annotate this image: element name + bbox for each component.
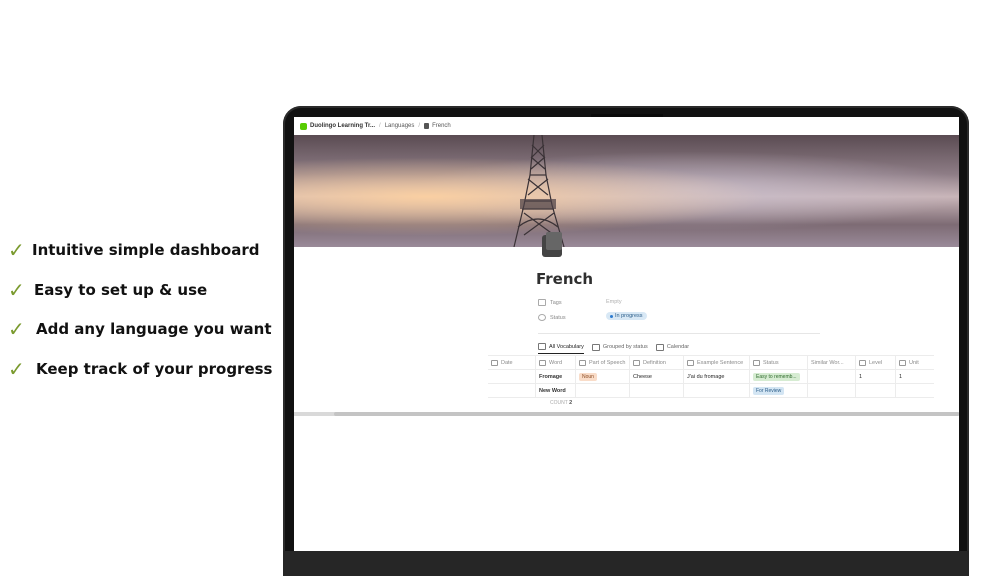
column-header-date[interactable]: Date <box>488 356 536 369</box>
cell-date[interactable] <box>488 370 536 383</box>
list-icon <box>538 299 546 306</box>
number-icon <box>899 359 906 366</box>
workspace-logo-icon <box>300 122 307 130</box>
laptop-frame: Duolingo Learning Tr... / Languages / Fr… <box>283 106 969 576</box>
column-header-part-of-speech[interactable]: Part of Speech <box>576 356 630 369</box>
page-doc-icon <box>424 123 430 129</box>
column-header-level[interactable]: Level <box>856 356 896 369</box>
laptop-screen: Duolingo Learning Tr... / Languages / Fr… <box>294 117 959 551</box>
tag-noun: Noun <box>579 372 597 381</box>
cell-part-of-speech[interactable] <box>576 384 630 397</box>
feature-label: Easy to set up & use <box>34 280 208 299</box>
feature-item: ✓ Intuitive simple dashboard <box>8 240 278 260</box>
breadcrumb-workspace[interactable]: Duolingo Learning Tr... <box>300 122 376 130</box>
text-icon <box>687 359 694 366</box>
horizontal-scrollbar-thumb[interactable] <box>334 412 959 416</box>
tab-all-vocabulary[interactable]: All Vocabulary <box>538 343 584 354</box>
page-document-icon[interactable] <box>542 232 562 257</box>
pencil-icon <box>859 359 866 366</box>
page-title[interactable]: French <box>536 270 593 288</box>
property-tags-value[interactable]: Empty <box>606 299 622 305</box>
page-cover-image <box>294 135 959 247</box>
breadcrumb-workspace-label: Duolingo Learning Tr... <box>310 123 376 129</box>
table-count: COUNT 2 <box>550 400 573 406</box>
table-header-row: Date Word Part of Speech Definition Exam… <box>488 355 934 370</box>
select-icon <box>579 359 586 366</box>
cell-example-sentence[interactable]: J'ai du fromage <box>684 370 750 383</box>
table-icon <box>538 343 546 350</box>
feature-item: ✓ Keep track of your progress <box>8 359 278 379</box>
title-icon <box>539 359 546 366</box>
breadcrumb-separator: / <box>379 123 381 129</box>
table-row[interactable]: Fromage Noun Cheese J'ai du fromage Easy… <box>488 370 934 384</box>
checkmark-icon: ✓ <box>8 356 25 381</box>
column-header-example-sentence[interactable]: Example Sentence <box>684 356 750 369</box>
tab-grouped-by-status[interactable]: Grouped by status <box>591 343 648 354</box>
tab-calendar[interactable]: Calendar <box>655 343 689 354</box>
feature-label: Intuitive simple dashboard <box>32 241 260 259</box>
column-header-status[interactable]: Status <box>750 356 808 369</box>
board-icon <box>591 343 600 351</box>
calendar-icon <box>655 343 664 351</box>
feature-item: ✓ Easy to set up & use <box>8 280 278 300</box>
cell-date[interactable] <box>488 384 536 397</box>
breadcrumb: Duolingo Learning Tr... / Languages / Fr… <box>294 117 959 135</box>
cell-unit[interactable] <box>896 384 934 397</box>
column-header-similar-words[interactable]: Similar Wor... <box>808 356 856 369</box>
text-icon <box>633 359 640 366</box>
feature-label: Add any language you want <box>36 320 272 338</box>
eiffel-tower-illustration <box>513 135 565 247</box>
cell-status[interactable]: Easy to rememb... <box>750 370 808 383</box>
vocabulary-table: Date Word Part of Speech Definition Exam… <box>488 355 934 398</box>
laptop-base <box>283 551 969 576</box>
cell-status[interactable]: For Review <box>750 384 808 397</box>
property-status-label: Status <box>538 314 566 321</box>
cell-unit[interactable]: 1 <box>896 370 934 383</box>
tag-status: For Review <box>753 386 785 395</box>
cell-word[interactable]: Fromage <box>536 370 576 383</box>
feature-list: ✓ Intuitive simple dashboard ✓ Easy to s… <box>8 240 278 398</box>
property-tags-label: Tags <box>538 299 562 306</box>
cell-level[interactable]: 1 <box>856 370 896 383</box>
status-dot-icon <box>610 314 613 318</box>
cell-definition[interactable]: Cheese <box>630 370 684 383</box>
cell-part-of-speech[interactable]: Noun <box>576 370 630 383</box>
cell-word[interactable]: New Word <box>536 384 576 397</box>
calendar-icon <box>491 359 498 366</box>
cell-similar-words[interactable] <box>808 384 856 397</box>
feature-item: ✓ Add any language you want <box>8 319 278 339</box>
column-header-word[interactable]: Word <box>536 356 576 369</box>
cell-similar-words[interactable] <box>808 370 856 383</box>
breadcrumb-page[interactable]: French <box>432 123 451 129</box>
view-tabs: All Vocabulary Grouped by status Calenda… <box>538 343 697 354</box>
divider <box>538 333 820 334</box>
feature-label: Keep track of your progress <box>36 359 273 378</box>
column-header-definition[interactable]: Definition <box>630 356 684 369</box>
table-row[interactable]: New Word For Review <box>488 384 934 398</box>
breadcrumb-separator: / <box>418 123 421 129</box>
status-badge: In progress <box>606 312 647 320</box>
status-circle-icon <box>538 314 546 321</box>
status-icon <box>753 359 760 366</box>
column-header-unit[interactable]: Unit <box>896 356 934 369</box>
cell-example-sentence[interactable] <box>684 384 750 397</box>
checkmark-icon: ✓ <box>8 317 25 341</box>
tag-status: Easy to rememb... <box>753 372 800 381</box>
cell-level[interactable] <box>856 384 896 397</box>
cell-definition[interactable] <box>630 384 684 397</box>
checkmark-icon: ✓ <box>8 238 25 262</box>
property-status-value[interactable]: In progress <box>606 312 647 320</box>
checkmark-icon: ✓ <box>8 277 25 302</box>
breadcrumb-parent[interactable]: Languages <box>385 123 415 129</box>
